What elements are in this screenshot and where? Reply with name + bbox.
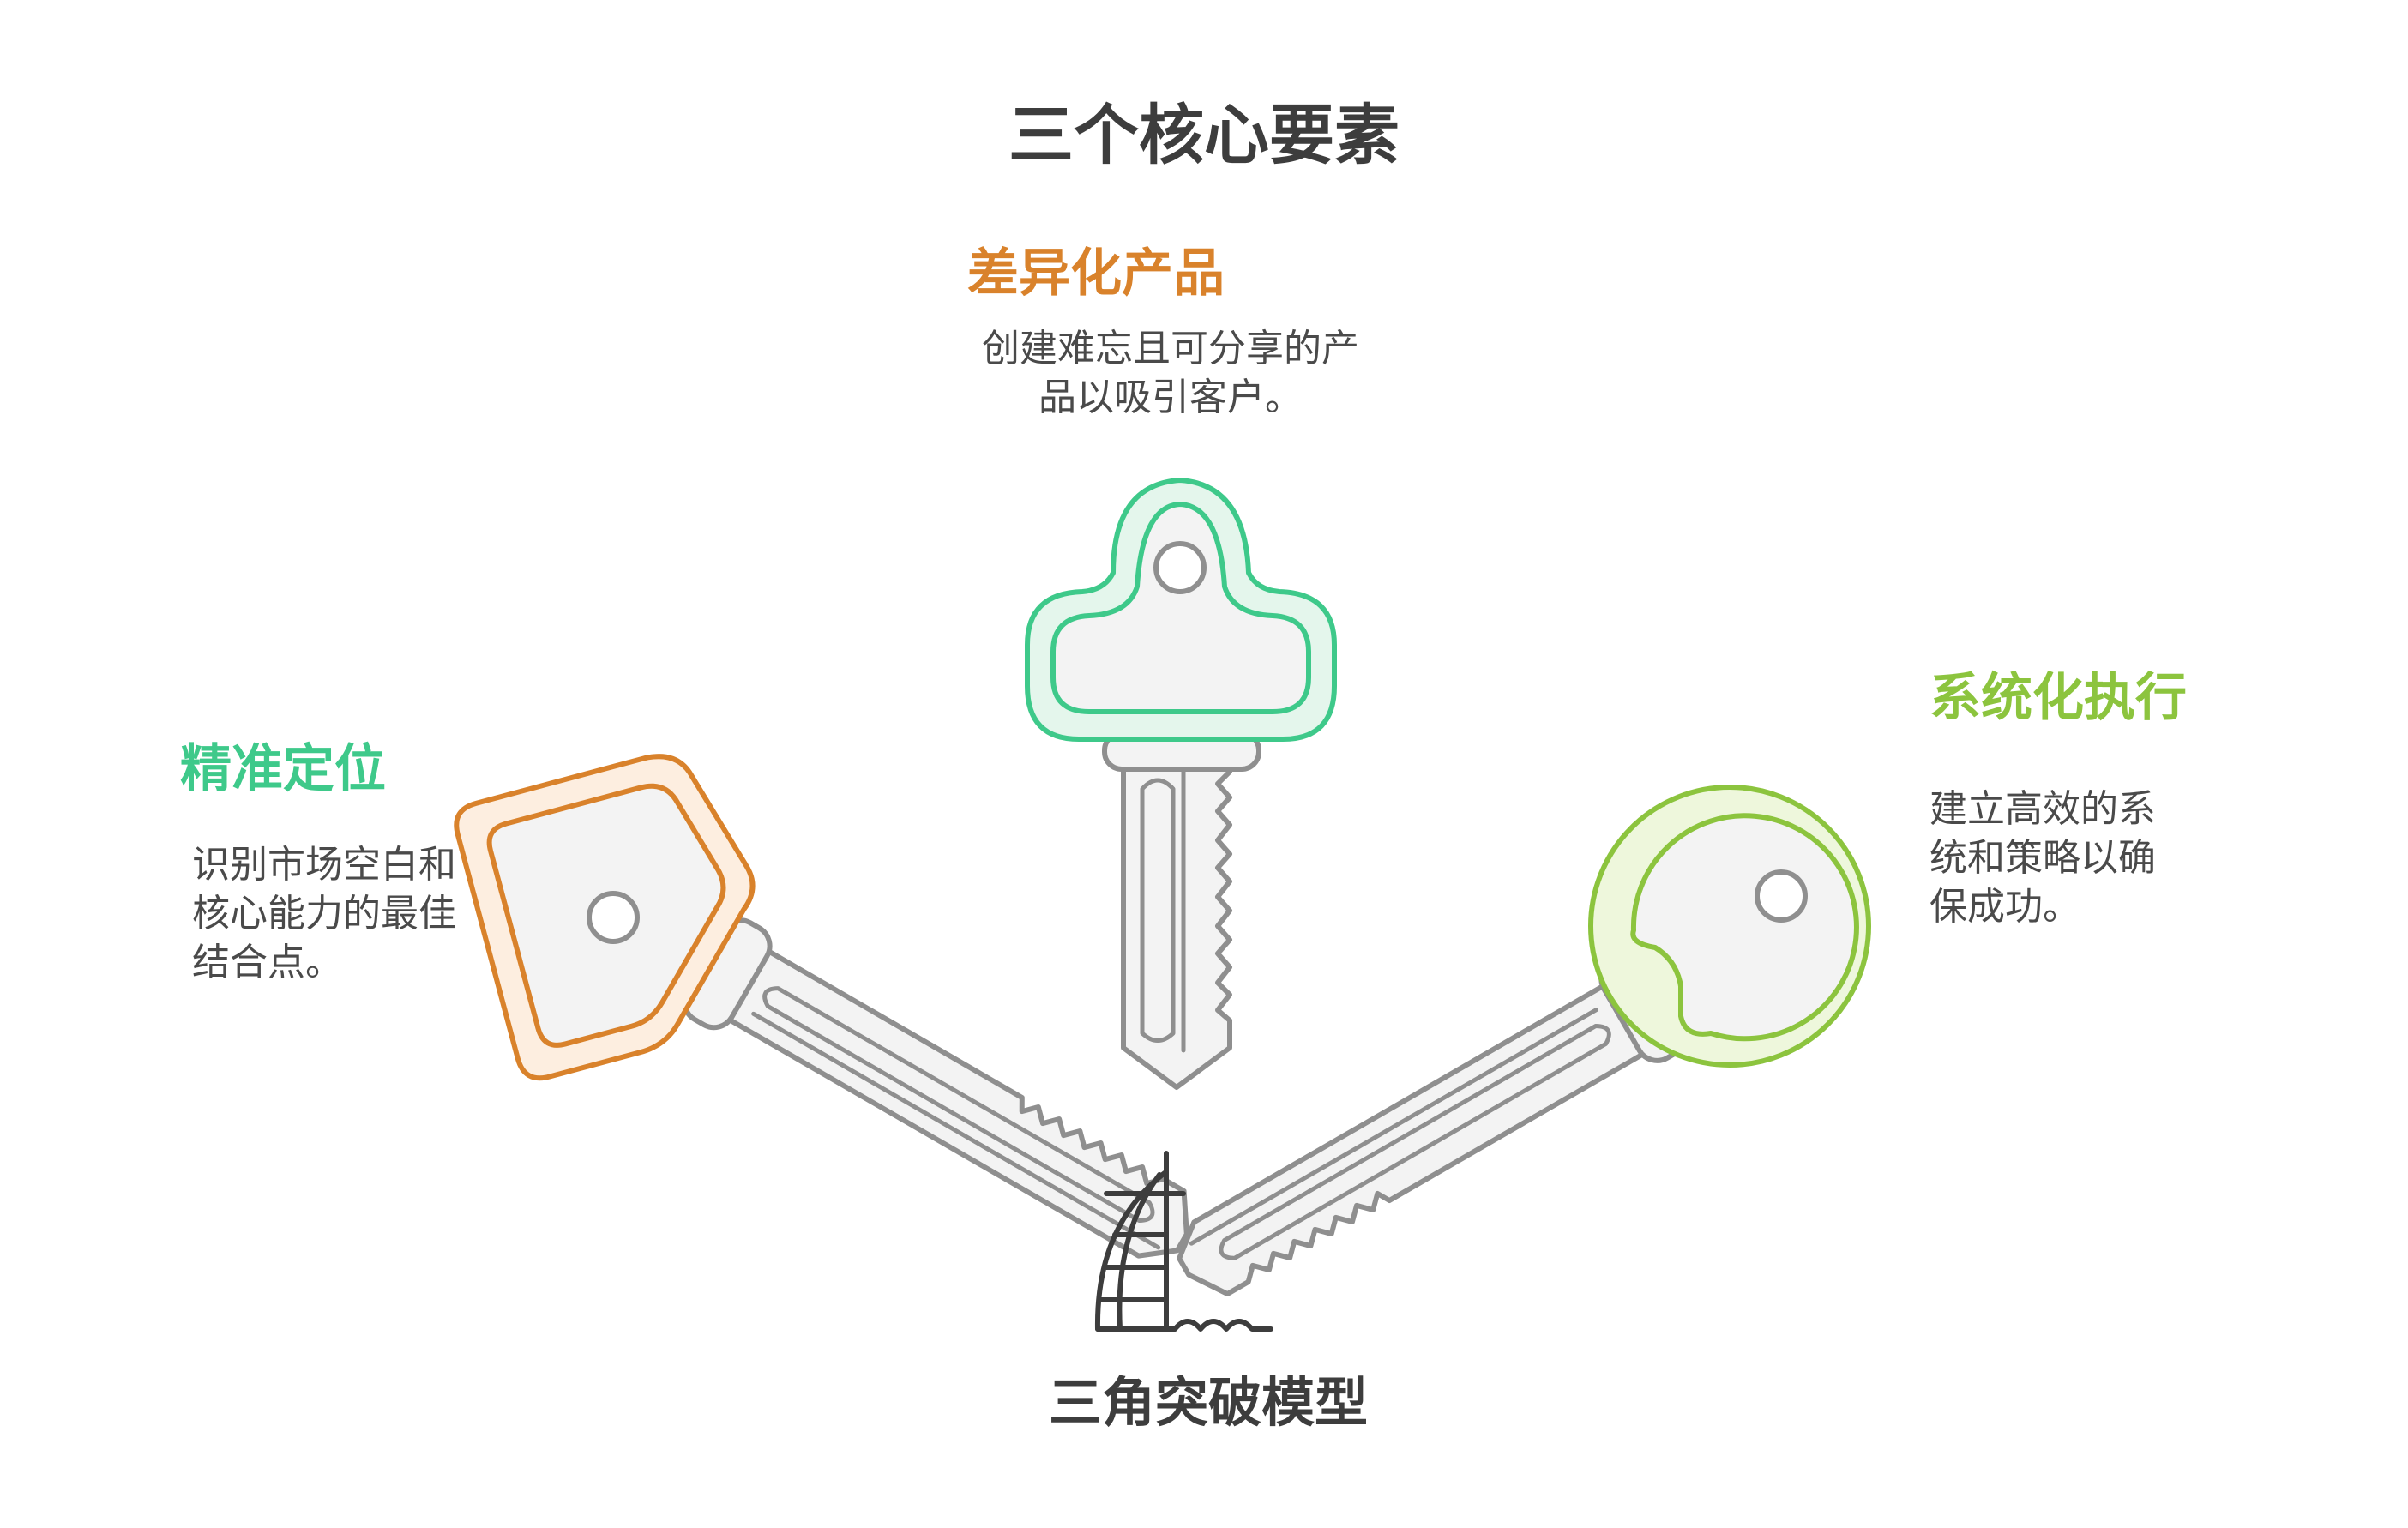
right-key-hole <box>1755 869 1808 923</box>
keys-diagram <box>454 478 1871 1332</box>
left-key-groove <box>762 986 1155 1223</box>
cloud-key-icon <box>1025 478 1337 1090</box>
top-key-shaft <box>1121 743 1232 1090</box>
square-key-icon <box>454 754 1189 1259</box>
top-key-hole <box>1153 541 1207 594</box>
left-key-groove-line <box>751 1011 1161 1250</box>
right-key-groove <box>1219 1024 1611 1260</box>
round-key-icon <box>1177 785 1871 1297</box>
right-key-groove-line <box>1189 1008 1598 1246</box>
left-key-hole <box>587 891 640 944</box>
top-key-groove <box>1140 778 1176 1043</box>
